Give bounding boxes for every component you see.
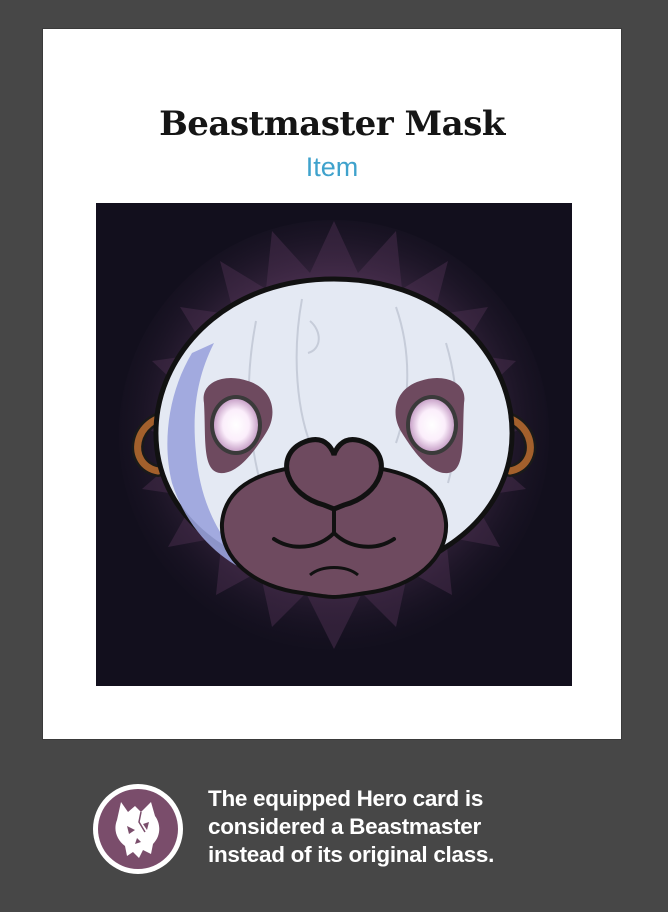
beast-mask-illustration [96,203,572,686]
card-type-label: Item [305,152,359,182]
ability-line: instead of its original class. [208,842,495,867]
ability-line: The equipped Hero card is [208,786,484,811]
card-title: Beastmaster Mask [159,104,505,144]
ability-text: The equipped Hero card is considered a B… [208,785,538,869]
ability-line: considered a Beastmaster [208,814,481,839]
card-footer: The equipped Hero card is considered a B… [0,760,668,912]
card-artwork [96,203,572,686]
beastmaster-class-icon [91,782,185,876]
